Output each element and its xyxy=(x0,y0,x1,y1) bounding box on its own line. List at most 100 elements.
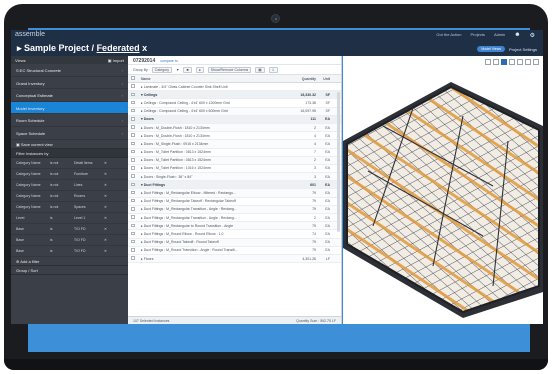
isolate-icon[interactable]: ● xyxy=(195,66,204,73)
close-model-icon[interactable]: x xyxy=(140,43,147,53)
table-row[interactable]: ▸ Duct Fittings : M_Round Transition - A… xyxy=(128,247,341,255)
cell-quantity: 79 xyxy=(312,199,316,204)
filter-row[interactable]: Category Name is not Spaces ✕ xyxy=(11,202,128,213)
table-row[interactable]: ▸ Duct Fittings : M_Rectangular Transiti… xyxy=(128,205,341,214)
export-icon[interactable]: ⇩ xyxy=(268,66,278,73)
view-zoom-icon[interactable] xyxy=(517,59,523,65)
row-checkbox[interactable] xyxy=(131,117,135,121)
column-quantity[interactable]: Quantity xyxy=(278,77,316,81)
table-row[interactable]: ▸ Doors : M_Double-Flush : 1810 x 2134mm… xyxy=(128,123,341,133)
hide-icon[interactable]: ■ xyxy=(183,66,192,73)
row-checkbox[interactable] xyxy=(131,149,135,154)
row-checkbox[interactable] xyxy=(131,198,135,203)
table-row[interactable]: ▸ Duct Fittings : M_Rectangular to Round… xyxy=(128,222,341,231)
top-menu-item-admin[interactable]: Admin xyxy=(494,32,505,39)
row-checkbox[interactable] xyxy=(131,215,135,219)
grid-icon[interactable]: ▦ xyxy=(255,66,265,73)
table-row[interactable]: ▸ Duct Fittings : M_Round Elbow - Round … xyxy=(128,230,341,239)
view-orbit-icon[interactable] xyxy=(501,59,507,65)
row-checkbox[interactable] xyxy=(131,92,135,97)
user-icon[interactable]: ☻ xyxy=(514,32,520,39)
row-checkbox[interactable] xyxy=(131,190,135,195)
compare-link[interactable]: compare to xyxy=(160,59,178,63)
column-unit[interactable]: Unit xyxy=(316,77,336,81)
column-name[interactable]: Name xyxy=(138,77,278,81)
project-name[interactable]: Sample Project / xyxy=(24,43,97,53)
view-pan-icon[interactable] xyxy=(509,59,515,65)
model-views-button[interactable]: Model Views xyxy=(477,46,505,52)
row-checkbox[interactable] xyxy=(131,100,135,105)
model-viewer[interactable] xyxy=(343,56,543,324)
save-view-button[interactable]: ▣ Save current view xyxy=(11,140,128,149)
table-row[interactable]: ▸ Floors 4,301.26 LF xyxy=(128,254,341,264)
filter-row[interactable]: Category Name is not Detail Items ✕ xyxy=(11,158,128,169)
sidebar-item-grand-inventory[interactable]: Grand Inventory › xyxy=(11,77,128,90)
sidebar-item-model-inventory[interactable]: Model Inventory › xyxy=(11,101,128,115)
cell-unit: SF xyxy=(325,92,330,97)
cell-unit: EA xyxy=(325,182,330,187)
row-checkbox[interactable] xyxy=(131,174,135,178)
top-menu-item-action[interactable]: Got the Action xyxy=(436,32,461,39)
row-checkbox[interactable] xyxy=(131,207,135,211)
add-filter-button[interactable]: ⊕ Add a filter xyxy=(11,257,128,266)
table-row[interactable]: ▸ Ceilings : Compound Ceiling - 4'x4' 60… xyxy=(128,99,341,108)
filter-row[interactable]: Category Name is not Rooms ✕ xyxy=(11,191,128,202)
table-row[interactable]: ▸ Doors : M_Toilet Partition : 0813 x 15… xyxy=(128,149,341,157)
sidebar-item-conceptual-estimate[interactable]: Conceptual Estimate › xyxy=(11,89,128,102)
table-row[interactable]: ▸ Duct Fittings : M_Rectangular Transiti… xyxy=(128,214,341,223)
view-section-icon[interactable] xyxy=(525,59,531,65)
project-settings-link[interactable]: Project Settings xyxy=(509,47,537,52)
row-checkbox[interactable] xyxy=(131,125,135,129)
view-fit-icon[interactable] xyxy=(493,59,499,65)
row-checkbox[interactable] xyxy=(131,223,135,228)
row-checkbox[interactable] xyxy=(131,84,135,88)
sidebar-item-room-schedule[interactable]: Room Schedule › xyxy=(11,114,128,127)
table-row[interactable]: ▸ Doors : M_Toilet Partition : 0813 x 15… xyxy=(128,156,341,165)
row-checkbox[interactable] xyxy=(131,231,135,236)
filter-row[interactable]: Category Name is not Lines ✕ xyxy=(11,180,128,191)
filter-row[interactable]: Base is T/O FD ✕ xyxy=(11,246,128,257)
row-checkbox[interactable] xyxy=(131,256,135,260)
group-sort-label[interactable]: Group / Sort xyxy=(11,266,128,275)
table-row[interactable]: ▸ Ceilings : Compound Ceiling - 4'x4' 60… xyxy=(128,107,341,116)
table-row[interactable]: ▸ Doors : M_Single-Flush : 0915 x 2134mm… xyxy=(128,140,341,149)
group-row[interactable]: ▾ Doors 111 EA xyxy=(128,115,341,124)
filter-row[interactable]: Level is Level 1 ✕ xyxy=(11,213,128,224)
view-settings-icon[interactable] xyxy=(533,59,539,65)
model-link[interactable]: Federated xyxy=(97,43,140,53)
columns-button[interactable]: Show/Remove Columns xyxy=(207,66,252,73)
row-checkbox[interactable] xyxy=(131,182,135,187)
table-row[interactable]: ▸ Doors : Single-Flush : 36" x 84" 3 EA xyxy=(128,173,341,182)
row-checkbox[interactable] xyxy=(131,166,135,170)
table-row[interactable]: ▸ Duct Fittings : M_Round Takeoff : Roun… xyxy=(128,238,341,247)
select-all-checkbox[interactable] xyxy=(131,76,135,80)
group-by-select[interactable]: Category xyxy=(151,66,172,73)
view-home-icon[interactable] xyxy=(485,59,491,65)
row-checkbox[interactable] xyxy=(131,108,135,113)
sidebar-item-concrete[interactable]: S:EC Structural Concrete › xyxy=(11,64,128,77)
filter-row[interactable]: Category Name is not Furniture ✕ xyxy=(11,169,128,180)
sidebar-item-space-schedule[interactable]: Space Schedule › xyxy=(11,127,128,140)
top-menu-item-projects[interactable]: Projects xyxy=(470,32,484,39)
import-button[interactable]: ▣ Import xyxy=(108,58,124,63)
group-row[interactable]: ▾ Ceilings 18,330.32 SF xyxy=(128,91,341,100)
row-checkbox[interactable] xyxy=(131,133,135,137)
filter-row[interactable]: Base is T/O FD ✕ xyxy=(11,235,128,246)
filter-header: Filter Instances by xyxy=(11,148,128,158)
table-row[interactable]: ▸ Duct Fittings : M_Rectangular Takeoff … xyxy=(128,198,341,206)
brand-logo[interactable]: assemble xyxy=(15,31,45,38)
row-checkbox[interactable] xyxy=(131,239,135,244)
filter-icon[interactable]: ▼ xyxy=(176,68,179,72)
table-scrollbar[interactable] xyxy=(337,92,340,232)
table-row[interactable]: ▸ Duct Fittings : M_Rectangular Elbow - … xyxy=(128,189,341,198)
remove-filter-icon: ✕ xyxy=(104,171,107,176)
group-row[interactable]: ▾ Duct Fittings 601 EA xyxy=(128,181,341,190)
row-checkbox[interactable] xyxy=(131,141,135,146)
table-row[interactable]: ▸ Doors : M_Toilet Partition : 1016 x 15… xyxy=(128,165,341,174)
gear-icon[interactable]: ⚙ xyxy=(530,32,535,39)
table-row[interactable]: ▸ Laminate - 3/4" Gloss Cabinet Counter … xyxy=(128,83,341,92)
row-checkbox[interactable] xyxy=(131,158,135,162)
filter-row[interactable]: Base is T/O FD ✕ xyxy=(11,224,128,235)
row-checkbox[interactable] xyxy=(131,248,135,252)
table-row[interactable]: ▸ Doors : M_Double-Flush : 1810 x 2134mm… xyxy=(128,132,341,141)
